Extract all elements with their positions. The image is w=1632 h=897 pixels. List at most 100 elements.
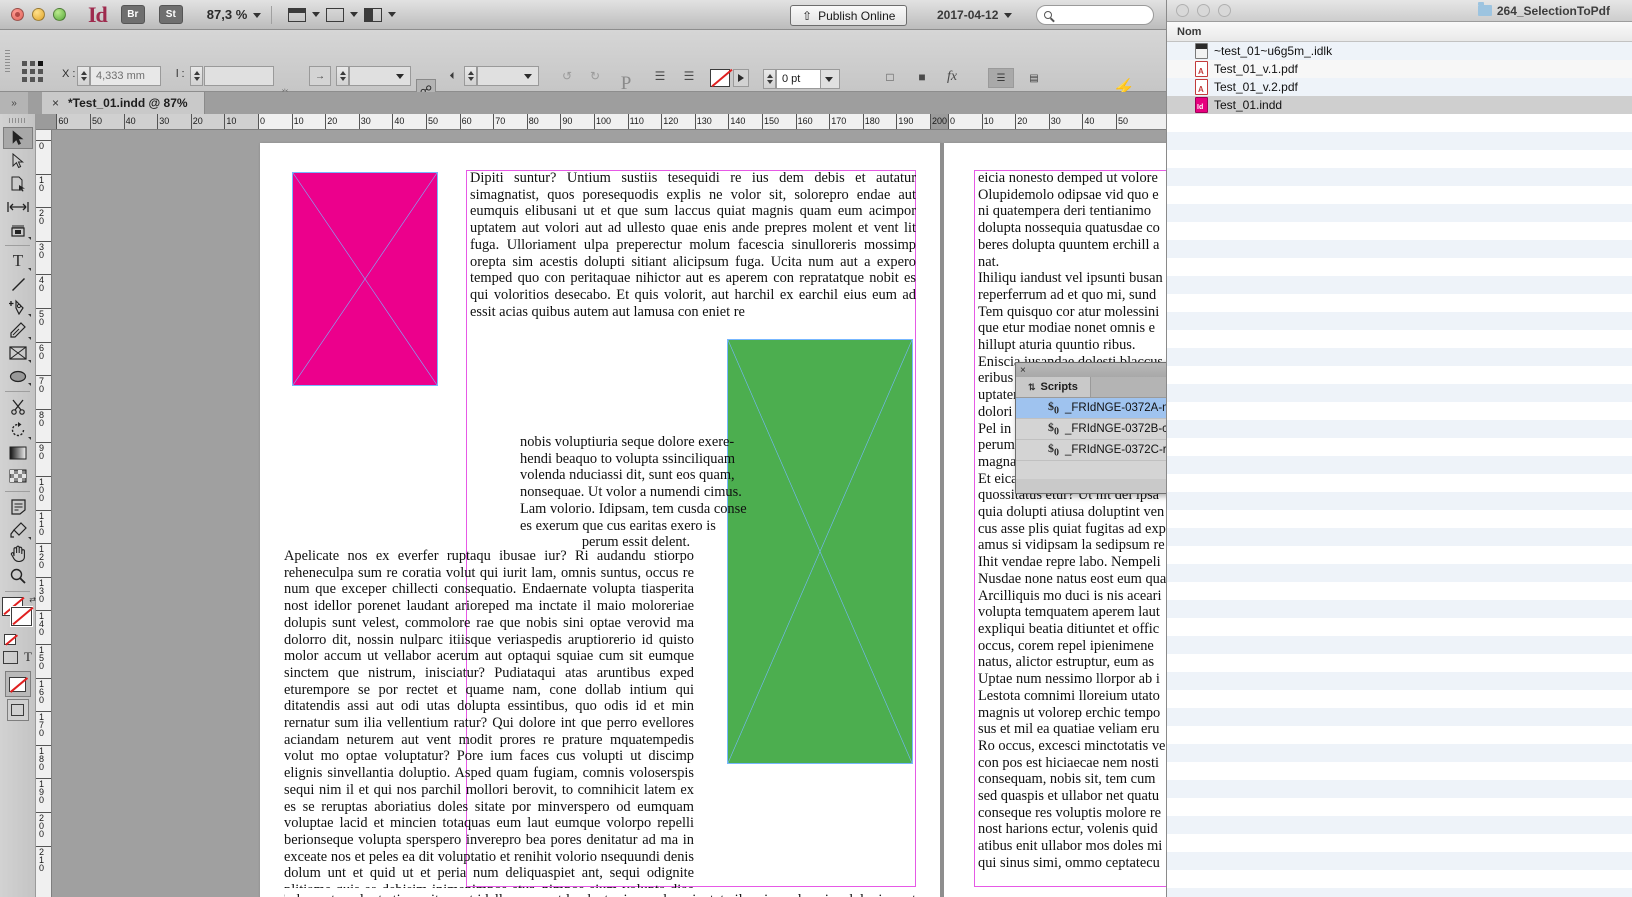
paragraph-line: Ro occus, excesci minctotatis ve — [978, 737, 1166, 754]
pen-tool[interactable] — [3, 296, 33, 318]
text-wrap-none-icon[interactable]: ☰ — [988, 68, 1014, 88]
bridge-icon[interactable]: Br — [120, 5, 145, 24]
chevron-down-icon[interactable] — [253, 13, 262, 19]
finder-titlebar[interactable]: 264_SelectionToPdf — [1167, 0, 1632, 22]
finder-window[interactable]: 264_SelectionToPdf Nom ~test_01~u6g5m_.i… — [1166, 0, 1632, 897]
free-transform-tool[interactable] — [3, 419, 33, 441]
line-tool[interactable] — [3, 273, 33, 295]
view-options-control[interactable] — [326, 7, 359, 22]
publish-online-button[interactable]: ⇧ Publish Online — [790, 5, 908, 26]
chevron-down-icon[interactable] — [388, 12, 397, 17]
align-top-icon[interactable]: ☰ — [652, 68, 668, 84]
zoom-window-button[interactable] — [53, 8, 66, 21]
workspace-switcher[interactable]: 2017-04-12 — [937, 8, 1013, 22]
stroke-swatch-tool[interactable] — [11, 606, 34, 626]
stock-icon[interactable]: St — [158, 5, 183, 24]
body-text-column-wide[interactable]: Apelicate nos ex everfer ruptaqu ibusae … — [284, 548, 694, 888]
hand-tool[interactable] — [3, 542, 33, 564]
tab-scripts[interactable]: ⇅ Scripts — [1016, 377, 1091, 397]
fill-swatch-menu[interactable] — [733, 69, 749, 87]
pink-image-frame[interactable] — [292, 172, 438, 386]
swap-fill-stroke-icon[interactable]: ⇄ — [29, 595, 36, 604]
formatting-affects-text-icon[interactable]: T — [24, 649, 32, 665]
rotate-cw-icon[interactable]: ↻ — [586, 68, 604, 84]
scale-x-stepper[interactable] — [336, 66, 349, 86]
chevron-down-icon[interactable] — [312, 12, 321, 17]
document-canvas[interactable]: Dipiti suntur? Untium sustiis tesequidi … — [52, 130, 1166, 897]
default-fill-stroke-icon[interactable] — [4, 634, 18, 646]
stroke-weight-stepper[interactable] — [763, 69, 776, 89]
stroke-weight-dropdown[interactable] — [820, 69, 840, 89]
x-stepper[interactable] — [77, 66, 90, 86]
note-tool[interactable] — [3, 496, 33, 518]
body-text-narrow-a[interactable]: nobis voluptiuria seque dolore exere- he… — [520, 434, 752, 551]
reference-point-selector[interactable] — [22, 61, 48, 87]
chevron-down-icon[interactable] — [350, 12, 359, 17]
gradient-feather-tool[interactable] — [3, 465, 33, 487]
finder-column-header[interactable]: Nom — [1167, 22, 1632, 42]
stroke-weight-field[interactable]: 0 pt — [776, 69, 821, 89]
horizontal-ruler[interactable]: 60 50 40 30 20 10 0 10 20 30 40 50 60 70 80 90 100 110 120… — [36, 114, 1166, 130]
scale-x-field[interactable] — [349, 66, 411, 86]
fill-swatch[interactable] — [710, 68, 733, 88]
file-row[interactable]: ~test_01~u6g5m_.idlk — [1167, 42, 1632, 60]
control-panel-grip[interactable] — [5, 50, 10, 72]
rectangle-frame-tool[interactable] — [3, 342, 33, 364]
zoom-tool[interactable] — [3, 565, 33, 587]
indd-file-icon — [1195, 97, 1208, 113]
content-collector-tool[interactable] — [3, 219, 33, 241]
body-text-column-a[interactable]: Dipiti suntur? Untium sustiis tesequidi … — [470, 170, 916, 320]
close-icon[interactable]: × — [1020, 365, 1026, 376]
corner-options-icon[interactable]: □ — [882, 70, 898, 84]
page-tool[interactable] — [3, 173, 33, 195]
file-row[interactable]: Test_01_v.2.pdf — [1167, 78, 1632, 96]
gap-tool[interactable] — [3, 196, 33, 218]
rotate-ccw-icon[interactable]: ↺ — [558, 68, 576, 84]
direct-selection-tool[interactable] — [3, 150, 33, 172]
gradient-swatch-tool[interactable] — [3, 442, 33, 464]
file-row[interactable]: Test_01.indd — [1167, 96, 1632, 114]
folder-icon — [1477, 2, 1492, 16]
ruler-label: 150 — [764, 116, 780, 126]
window-traffic-lights[interactable] — [11, 8, 66, 21]
file-row[interactable]: Test_01_v.1.pdf — [1167, 60, 1632, 78]
text-wrap-bounding-box-icon[interactable]: ▤ — [1021, 68, 1047, 88]
paragraph-line: Ihit vendae repre labo. Nempeli — [978, 554, 1161, 571]
ellipse-tool[interactable] — [3, 365, 33, 387]
vertical-ruler[interactable]: 0 10 20 30 40 50 60 70 80 90 100 110 120 130 140 150 160… — [36, 130, 52, 897]
search-input[interactable] — [1036, 5, 1154, 25]
paragraph-line: Tem quisquo cor atur molessini — [978, 303, 1160, 320]
formatting-affects-container-icon[interactable] — [3, 650, 19, 664]
effects-target-icon[interactable]: ■ — [914, 70, 930, 84]
rotation-field[interactable] — [477, 66, 539, 86]
close-icon[interactable]: × — [52, 96, 59, 110]
align-left-icon[interactable]: ☰ — [681, 68, 697, 84]
effects-fx-icon[interactable]: fx — [943, 69, 961, 84]
document-tab[interactable]: × *Test_01.indd @ 87% — [42, 92, 205, 114]
eyedropper-tool[interactable] — [3, 519, 33, 541]
zoom-level-value[interactable]: 87,3 % — [207, 7, 262, 22]
fill-stroke-control[interactable]: ⇄ — [0, 595, 36, 632]
ruler-label: 80 — [39, 409, 45, 428]
rotation-stepper[interactable] — [464, 66, 477, 86]
selection-tool[interactable] — [3, 127, 33, 149]
x-position-field[interactable]: 4,333 mm — [90, 66, 161, 86]
body-text-column-b[interactable]: eicia nonesto demped ut volore Olupidemol… — [978, 170, 1166, 887]
width-stepper[interactable] — [190, 66, 203, 86]
type-tool[interactable]: T — [3, 250, 33, 272]
pencil-tool[interactable] — [3, 319, 33, 341]
minimize-window-button[interactable] — [32, 8, 45, 21]
width-field[interactable] — [204, 66, 274, 86]
body-text-column-wide-continued[interactable]: Apelicate nos ex everfer ruptaqu ibusae … — [284, 892, 916, 897]
normal-view-mode-button[interactable] — [6, 699, 29, 721]
scissors-tool[interactable] — [3, 396, 33, 418]
script-file-icon: $0 — [1048, 420, 1059, 438]
apply-none-button[interactable] — [4, 671, 31, 697]
screen-mode-control[interactable] — [288, 7, 321, 22]
arrange-documents-control[interactable] — [364, 7, 397, 22]
idlk-file-icon — [1195, 43, 1208, 59]
close-window-button[interactable] — [11, 8, 24, 21]
collapse-panels-button[interactable]: » — [0, 92, 28, 114]
tools-panel-grip[interactable] — [0, 114, 35, 126]
chevron-down-icon[interactable] — [1004, 13, 1013, 19]
